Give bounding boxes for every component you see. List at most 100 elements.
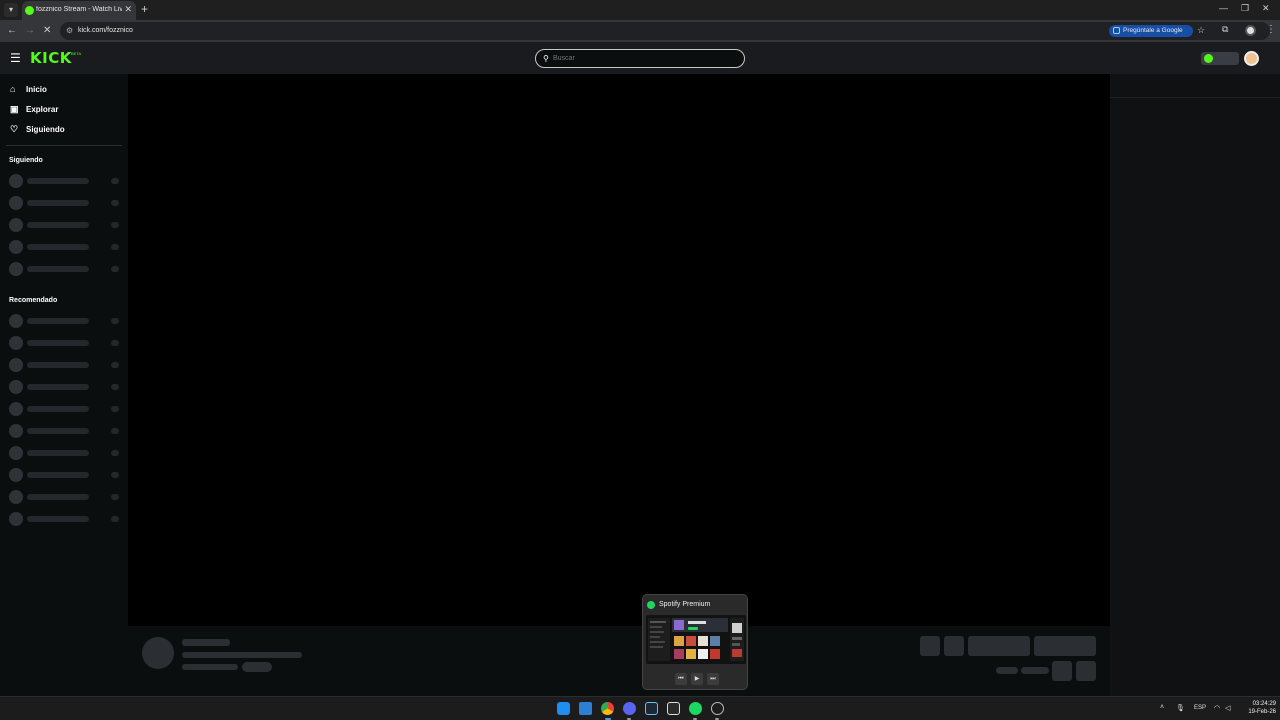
sidebar-item-label: Explorar bbox=[26, 105, 59, 114]
following-skeleton-row bbox=[9, 262, 121, 276]
ask-google-button[interactable]: Pregúntale a Google bbox=[1109, 25, 1193, 37]
following-section-title: Siguiendo bbox=[9, 157, 43, 164]
spotify-icon[interactable] bbox=[689, 702, 702, 715]
spotify-media-controls: ⏮ ▶ ⏭ bbox=[675, 673, 719, 685]
recommended-skeleton-row bbox=[9, 512, 121, 526]
following-skeleton-row bbox=[9, 174, 121, 188]
file-explorer-icon[interactable] bbox=[579, 702, 592, 715]
spotify-window-thumbnail[interactable] bbox=[646, 615, 746, 664]
extensions-icon[interactable]: ⧉ bbox=[1222, 24, 1228, 35]
logo-beta-badge: BETA bbox=[71, 51, 82, 56]
play-icon[interactable]: ▶ bbox=[691, 673, 703, 685]
address-bar[interactable]: ⚙ kick.com/fozznico Pregúntale a Google … bbox=[60, 22, 1270, 40]
previous-track-icon[interactable]: ⏮ bbox=[675, 673, 687, 685]
sidebar-item-inicio[interactable]: ⌂ Inicio bbox=[10, 83, 120, 97]
skeleton-button bbox=[1076, 661, 1096, 681]
epic-games-icon[interactable] bbox=[667, 702, 680, 715]
compass-icon: ▣ bbox=[10, 104, 19, 114]
streamer-avatar-skeleton bbox=[142, 637, 174, 669]
hamburger-menu-icon[interactable]: ☰ bbox=[10, 52, 21, 64]
system-clock[interactable]: 03:24:29 19-Feb-26 bbox=[1238, 700, 1276, 716]
header-toggle[interactable] bbox=[1201, 52, 1239, 65]
skeleton-bar bbox=[182, 639, 230, 646]
sidebar-divider bbox=[6, 145, 122, 146]
clock-date: 19-Feb-26 bbox=[1248, 709, 1276, 715]
recommended-skeleton-row bbox=[9, 468, 121, 482]
kick-header: ☰ KICK BETA ⚲ bbox=[0, 42, 1280, 74]
recommended-skeleton-row bbox=[9, 446, 121, 460]
recommended-skeleton-row bbox=[9, 402, 121, 416]
skeleton-button bbox=[920, 636, 940, 656]
discord-icon[interactable] bbox=[623, 702, 636, 715]
tab-title: fozznico Stream - Watch Live o bbox=[36, 6, 122, 13]
sidebar: ⌂ Inicio ▣ Explorar ♡ Siguiendo Siguiend… bbox=[0, 74, 128, 696]
status-dot-icon bbox=[1204, 54, 1213, 63]
sidebar-item-siguiendo[interactable]: ♡ Siguiendo bbox=[10, 123, 120, 137]
recommended-skeleton-row bbox=[9, 314, 121, 328]
search-icon: ⚲ bbox=[543, 54, 549, 63]
wifi-icon[interactable]: ◠ bbox=[1214, 704, 1220, 712]
skeleton-button bbox=[944, 636, 964, 656]
microphone-icon[interactable]: 🎙 bbox=[1176, 704, 1185, 712]
back-icon[interactable]: ← bbox=[7, 25, 17, 36]
tab-close-icon[interactable]: ✕ bbox=[124, 4, 132, 15]
recommended-skeleton-row bbox=[9, 424, 121, 438]
kick-logo[interactable]: KICK bbox=[30, 49, 72, 67]
heart-icon: ♡ bbox=[10, 124, 19, 134]
tray-chevron-icon[interactable]: ˄ bbox=[1160, 704, 1164, 711]
minimize-button[interactable]: — bbox=[1219, 3, 1228, 13]
browser-toolbar: ← → ✕ ⚙ kick.com/fozznico Pregúntale a G… bbox=[0, 20, 1280, 42]
skeleton-pill bbox=[242, 662, 272, 672]
spotify-window-title: Spotify Premium bbox=[659, 601, 711, 608]
skeleton-bar bbox=[1021, 667, 1049, 674]
steam-icon[interactable] bbox=[645, 702, 658, 715]
chat-header bbox=[1110, 74, 1280, 98]
bookmark-star-icon[interactable]: ☆ bbox=[1197, 25, 1205, 36]
lens-icon bbox=[1113, 27, 1120, 34]
volume-icon[interactable]: ◁ bbox=[1225, 704, 1230, 712]
home-icon: ⌂ bbox=[10, 84, 16, 94]
tab-search-button[interactable]: ▾ bbox=[4, 3, 18, 17]
site-info-icon[interactable]: ⚙ bbox=[66, 26, 73, 35]
forward-icon[interactable]: → bbox=[25, 25, 35, 36]
sidebar-item-label: Inicio bbox=[26, 85, 47, 94]
maximize-button[interactable]: ❐ bbox=[1241, 3, 1249, 14]
stop-loading-icon[interactable]: ✕ bbox=[43, 25, 51, 36]
clock-time: 03:24:29 bbox=[1252, 701, 1276, 707]
other-app-icon[interactable] bbox=[711, 702, 724, 715]
next-track-icon[interactable]: ⏭ bbox=[707, 673, 719, 685]
new-tab-button[interactable]: + bbox=[141, 2, 148, 16]
ask-google-label: Pregúntale a Google bbox=[1123, 27, 1183, 34]
kick-favicon-icon bbox=[25, 6, 34, 15]
browser-tab[interactable]: fozznico Stream - Watch Live o ✕ bbox=[22, 1, 136, 20]
spotify-icon bbox=[647, 601, 655, 609]
following-skeleton-row bbox=[9, 196, 121, 210]
recommended-skeleton-row bbox=[9, 490, 121, 504]
windows-taskbar: ˄ 🎙 ESP ◠ ◁ 03:24:29 19-Feb-26 bbox=[0, 696, 1280, 720]
chat-panel bbox=[1110, 74, 1280, 696]
search-box[interactable]: ⚲ bbox=[535, 49, 745, 68]
browser-profile-avatar[interactable] bbox=[1245, 25, 1256, 36]
windows-start-icon[interactable] bbox=[557, 702, 570, 715]
url-text: kick.com/fozznico bbox=[78, 27, 133, 34]
recommended-skeleton-row bbox=[9, 380, 121, 394]
stream-info-skeleton bbox=[128, 626, 1110, 696]
video-player[interactable] bbox=[128, 74, 1110, 626]
spotify-preview-popup[interactable]: Spotify Premium ⏮ ▶ ⏭ bbox=[642, 594, 748, 690]
recommended-section-title: Recomendado bbox=[9, 297, 58, 304]
chrome-icon[interactable] bbox=[601, 702, 614, 715]
following-skeleton-row bbox=[9, 218, 121, 232]
user-avatar[interactable] bbox=[1244, 51, 1259, 66]
close-window-button[interactable]: ✕ bbox=[1262, 3, 1270, 14]
sidebar-item-label: Siguiendo bbox=[26, 125, 65, 134]
recommended-skeleton-row bbox=[9, 358, 121, 372]
spotify-thumbnail-image bbox=[646, 615, 746, 664]
language-indicator[interactable]: ESP bbox=[1194, 705, 1206, 711]
skeleton-button bbox=[1034, 636, 1096, 656]
skeleton-button bbox=[968, 636, 1030, 656]
browser-menu-icon[interactable]: ⋮ bbox=[1266, 24, 1276, 35]
following-skeleton-row bbox=[9, 240, 121, 254]
browser-tab-bar: ▾ fozznico Stream - Watch Live o ✕ + — ❐… bbox=[0, 0, 1280, 20]
sidebar-item-explorar[interactable]: ▣ Explorar bbox=[10, 103, 120, 117]
search-input[interactable] bbox=[553, 55, 733, 62]
